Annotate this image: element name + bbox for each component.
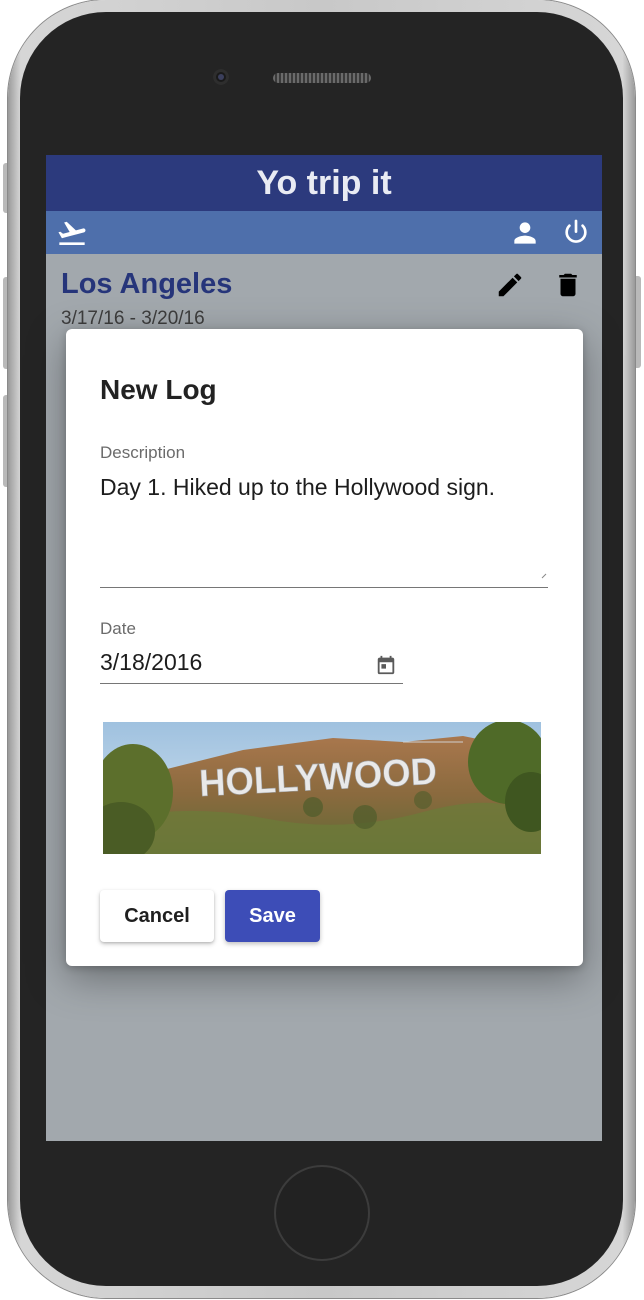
power-icon[interactable] xyxy=(560,217,592,249)
app-title: Yo trip it xyxy=(256,163,392,202)
dialog-title: New Log xyxy=(100,374,217,405)
trip-title: Los Angeles xyxy=(61,268,233,300)
account-icon[interactable] xyxy=(509,217,541,249)
flight-takeoff-icon[interactable] xyxy=(56,217,88,249)
trip-dates: 3/17/16 - 3/20/16 xyxy=(61,308,205,329)
earpiece-speaker xyxy=(273,73,371,83)
home-button[interactable] xyxy=(274,1165,370,1261)
cancel-button[interactable]: Cancel xyxy=(100,890,214,942)
nav-bar xyxy=(46,211,602,254)
description-label: Description xyxy=(100,443,186,462)
app-title-bar: Yo trip it xyxy=(46,155,602,211)
resize-handle-icon[interactable] xyxy=(541,573,547,579)
front-camera xyxy=(213,69,229,85)
delete-icon[interactable] xyxy=(553,270,583,300)
date-label: Date xyxy=(100,619,136,638)
log-photo: HOLLYWOOD xyxy=(103,722,541,854)
save-button[interactable]: Save xyxy=(225,890,320,942)
date-underline xyxy=(100,683,403,684)
date-field[interactable]: 3/18/2016 xyxy=(100,649,202,676)
description-underline xyxy=(100,587,548,588)
edit-icon[interactable] xyxy=(495,270,525,300)
description-field[interactable]: Day 1. Hiked up to the Hollywood sign. xyxy=(100,474,540,501)
new-log-dialog: New Log Description Day 1. Hiked up to t… xyxy=(66,329,583,966)
calendar-icon[interactable] xyxy=(375,654,397,676)
